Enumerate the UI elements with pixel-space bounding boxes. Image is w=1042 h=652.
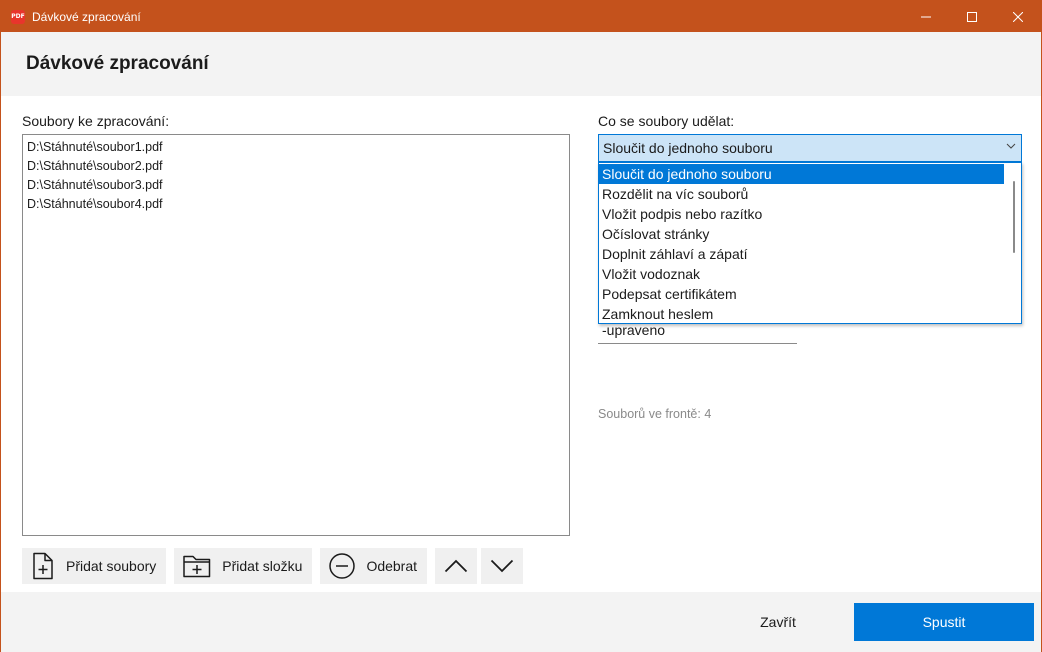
close-window-button[interactable]	[995, 1, 1041, 32]
dropdown-option[interactable]: Zamknout heslem	[599, 304, 1004, 324]
dropdown-option[interactable]: Vložit podpis nebo razítko	[599, 204, 1004, 224]
minimize-icon	[921, 16, 931, 17]
chevron-down-icon	[1006, 143, 1016, 149]
title-bar[interactable]: PDF Dávkové zpracování	[1, 1, 1041, 32]
maximize-icon	[967, 11, 977, 22]
dropdown-option[interactable]: Podepsat certifikátem	[599, 284, 1004, 304]
file-list-item[interactable]: D:\Stáhnuté\soubor1.pdf	[27, 138, 565, 157]
move-up-button[interactable]	[435, 548, 478, 584]
dialog-footer: Zavřít Spustit	[1, 592, 1041, 652]
dropdown-option[interactable]: Vložit vodoznak	[599, 264, 1004, 284]
dialog-header: Dávkové zpracování	[1, 32, 1041, 96]
action-select[interactable]: Sloučit do jednoho souboru	[598, 134, 1022, 162]
minimize-button[interactable]	[903, 1, 949, 32]
close-icon	[1013, 11, 1023, 22]
file-list[interactable]: D:\Stáhnuté\soubor1.pdf D:\Stáhnuté\soubo…	[22, 134, 570, 536]
action-select-value: Sloučit do jednoho souboru	[603, 140, 773, 156]
add-folder-label: Přidat složku	[222, 558, 303, 574]
dropdown-option[interactable]: Sloučit do jednoho souboru	[599, 164, 1004, 184]
chevron-up-icon	[444, 559, 468, 573]
move-down-button[interactable]	[481, 548, 524, 584]
window-controls	[903, 1, 1041, 32]
dropdown-option[interactable]: Rozdělit na víc souborů	[599, 184, 1004, 204]
add-file-icon	[30, 552, 56, 580]
files-label: Soubory ke zpracování:	[22, 113, 170, 129]
pdf-app-icon: PDF	[11, 9, 25, 24]
run-button[interactable]: Spustit	[854, 603, 1034, 641]
dropdown-option[interactable]: Doplnit záhlaví a zápatí	[599, 244, 1004, 264]
remove-label: Odebrat	[366, 558, 418, 574]
file-list-item[interactable]: D:\Stáhnuté\soubor3.pdf	[27, 176, 565, 195]
close-button[interactable]: Zavřít	[713, 603, 843, 641]
add-files-label: Přidat soubory	[66, 558, 157, 574]
queue-status: Souborů ve frontě: 4	[598, 407, 712, 421]
action-dropdown-list[interactable]: Sloučit do jednoho souboru Rozdělit na ví…	[598, 162, 1022, 324]
page-title: Dávkové zpracování	[26, 53, 209, 74]
remove-icon	[328, 552, 356, 580]
file-toolbar: Přidat soubory Přidat složku Odebrat	[22, 548, 527, 584]
remove-button[interactable]: Odebrat	[320, 548, 428, 584]
file-list-item[interactable]: D:\Stáhnuté\soubor2.pdf	[27, 157, 565, 176]
add-folder-icon	[182, 553, 212, 579]
dropdown-option[interactable]: Očíslovat stránky	[599, 224, 1004, 244]
add-folder-button[interactable]: Přidat složku	[174, 548, 313, 584]
file-list-item[interactable]: D:\Stáhnuté\soubor4.pdf	[27, 195, 565, 214]
window-title: Dávkové zpracování	[32, 9, 141, 24]
action-label: Co se soubory udělat:	[598, 113, 735, 129]
dropdown-scrollbar[interactable]	[1013, 181, 1015, 253]
chevron-down-icon	[490, 559, 514, 573]
batch-processing-window: PDF Dávkové zpracování Dávkové zpracován…	[0, 0, 1042, 652]
add-files-button[interactable]: Přidat soubory	[22, 548, 167, 584]
maximize-button[interactable]	[949, 1, 995, 32]
